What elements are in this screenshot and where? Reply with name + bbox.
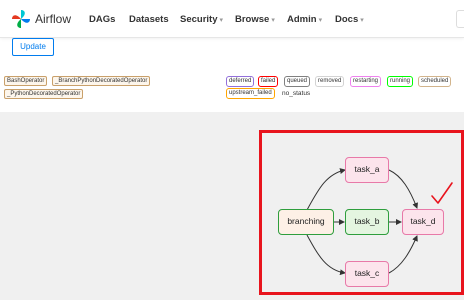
top-navbar: Airflow DAGs Datasets Security ▾ Browse ▾ … — [0, 0, 464, 38]
nav-item-admin[interactable]: Admin ▾ — [287, 14, 322, 25]
nav-item-browse[interactable]: Browse ▾ — [235, 14, 275, 25]
state-chip-upstream-failed[interactable]: upstream_failed — [226, 88, 275, 99]
red-highlight-annotation — [259, 130, 464, 295]
airflow-logo-icon[interactable] — [10, 8, 32, 30]
state-chip-removed[interactable]: removed — [315, 76, 345, 87]
nav-item-dags[interactable]: DAGs — [89, 14, 115, 25]
operator-chip-branch-python: _BranchPythonDecoratedOperator — [52, 76, 151, 86]
state-chip-queued[interactable]: queued — [284, 76, 311, 87]
operator-chip-bash: BashOperator — [4, 76, 48, 86]
state-chip-failed[interactable]: failed — [258, 76, 279, 87]
state-chip-running[interactable]: running — [387, 76, 414, 87]
state-chip-scheduled[interactable]: scheduled — [418, 76, 452, 87]
chevron-down-icon: ▾ — [360, 17, 364, 24]
state-chip-restarting[interactable]: restarting — [350, 76, 382, 87]
state-chip-deferred[interactable]: deferred — [226, 76, 255, 87]
brand-name[interactable]: Airflow — [35, 12, 71, 26]
chevron-down-icon: ▾ — [271, 17, 275, 24]
nav-item-datasets[interactable]: Datasets — [129, 14, 169, 25]
operator-chip-python: _PythonDecoratedOperator — [4, 89, 84, 99]
nav-item-docs[interactable]: Docs ▾ — [335, 14, 364, 25]
state-no-status[interactable]: no_status — [282, 90, 310, 97]
chevron-down-icon: ▾ — [318, 17, 323, 24]
nav-item-security[interactable]: Security ▾ — [180, 14, 223, 25]
update-button[interactable]: Update — [12, 38, 54, 56]
user-menu-edge[interactable] — [456, 10, 464, 28]
chevron-down-icon: ▾ — [219, 17, 224, 24]
